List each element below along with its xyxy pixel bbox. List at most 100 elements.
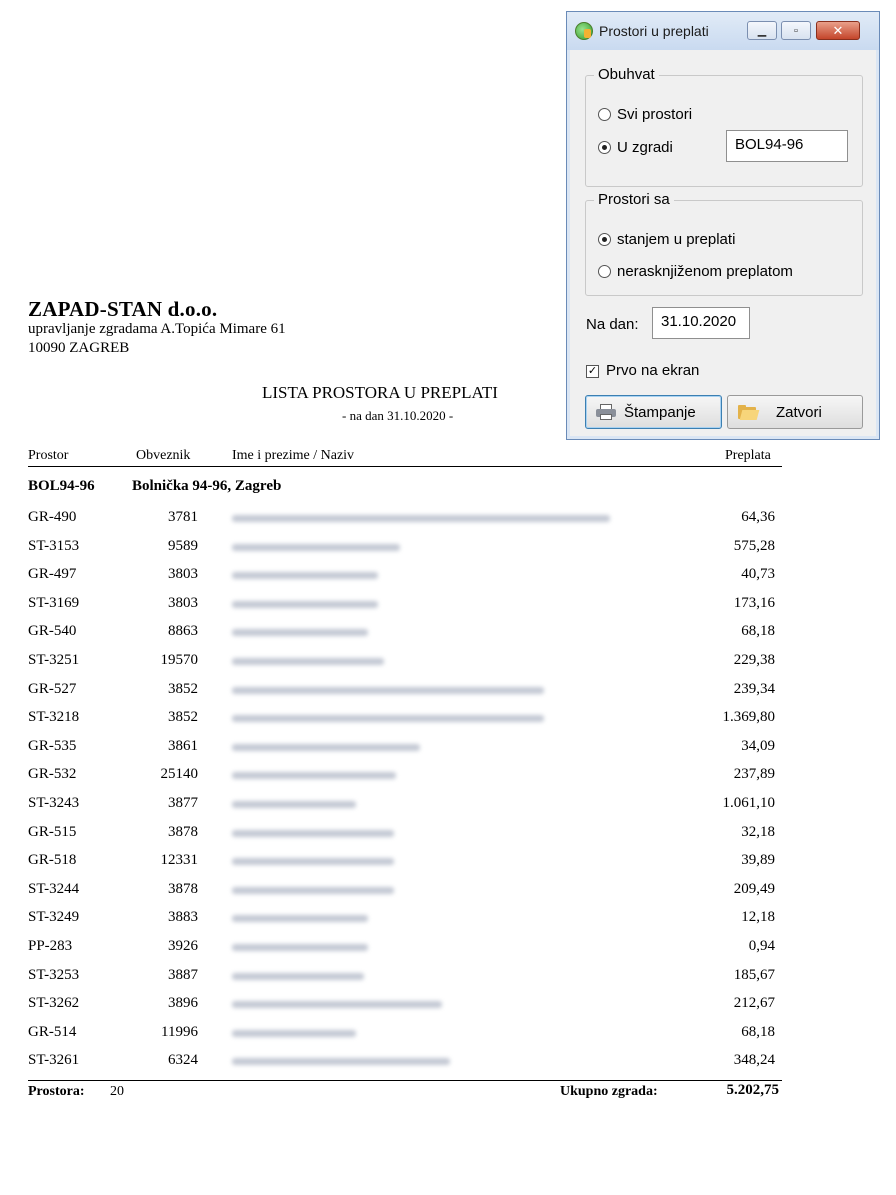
column-header-naziv: Ime i prezime / Naziv bbox=[232, 448, 355, 463]
row-prostor: GR-540 bbox=[28, 623, 77, 640]
row-preplata: 64,36 bbox=[741, 509, 775, 525]
close-button[interactable]: Zatvori bbox=[727, 395, 863, 429]
row-name-redacted bbox=[232, 1029, 356, 1037]
row-preplata: 173,16 bbox=[733, 594, 775, 611]
radio-u-zgradi-circle[interactable] bbox=[598, 141, 611, 154]
table-row: GR-527 3852 239,34 bbox=[0, 678, 896, 707]
na-dan-label: Na dan: bbox=[586, 316, 639, 333]
obuhvat-group: Obuhvat Svi prostori U zgradi BOL94-96 bbox=[585, 66, 863, 187]
table-row: ST-3253 3887 185,67 bbox=[0, 964, 896, 993]
table-row: ST-3243 3877 1.061,10 bbox=[0, 792, 896, 821]
table-row: ST-3153 9589 575,28 bbox=[0, 535, 896, 564]
maximize-icon: ▫ bbox=[794, 24, 798, 37]
table-row: GR-532 25140 237,89 bbox=[0, 763, 896, 792]
row-preplata: 239,34 bbox=[733, 680, 775, 697]
row-obveznik: 3852 bbox=[168, 709, 198, 726]
company-city: 10090 ZAGREB bbox=[28, 340, 130, 356]
report-title: LISTA PROSTORA U PREPLATI bbox=[262, 383, 498, 402]
row-obveznik: 3877 bbox=[168, 794, 198, 811]
close-button-label: Zatvori bbox=[776, 403, 822, 421]
maximize-button[interactable]: ▫ bbox=[781, 21, 811, 40]
radio-stanjem-u-preplati[interactable]: stanjem u preplati bbox=[598, 231, 735, 248]
row-obveznik: 3852 bbox=[168, 680, 198, 697]
dialog-window: Prostori u preplati ▁ ▫ ✕ Obuhvat Svi pr… bbox=[566, 11, 880, 440]
row-preplata: 209,49 bbox=[733, 880, 775, 897]
row-prostor: ST-3218 bbox=[28, 709, 80, 726]
radio-nerasknjizenom-label: nerasknjiženom preplatom bbox=[617, 263, 793, 280]
table-row: GR-518 12331 39,89 bbox=[0, 849, 896, 878]
column-header-prostor: Prostor bbox=[28, 448, 69, 463]
column-header-preplata: Preplata bbox=[725, 448, 771, 463]
close-icon: ✕ bbox=[832, 22, 844, 38]
row-name-redacted bbox=[232, 657, 384, 665]
header-divider bbox=[28, 466, 782, 467]
row-prostor: PP-283 bbox=[28, 937, 73, 954]
row-obveznik: 3803 bbox=[168, 594, 198, 611]
row-name-redacted bbox=[232, 886, 394, 894]
row-name-redacted bbox=[232, 829, 394, 837]
table-row: GR-535 3861 34,09 bbox=[0, 735, 896, 764]
row-obveznik: 3883 bbox=[168, 909, 198, 926]
na-dan-input[interactable]: 31.10.2020 bbox=[652, 307, 750, 339]
row-prostor: ST-3249 bbox=[28, 909, 80, 926]
table-row: ST-3261 6324 348,24 bbox=[0, 1049, 896, 1078]
row-name-redacted bbox=[232, 915, 368, 923]
row-obveznik: 12331 bbox=[160, 852, 199, 869]
row-name-redacted bbox=[232, 515, 610, 522]
radio-stanjem-label: stanjem u preplati bbox=[617, 231, 736, 248]
row-obveznik: 9589 bbox=[168, 537, 198, 554]
dialog-titlebar[interactable]: Prostori u preplati ▁ ▫ ✕ bbox=[567, 12, 879, 50]
radio-nerasknjizenom[interactable]: nerasknjiženom preplatom bbox=[598, 263, 793, 280]
row-preplata: 40,73 bbox=[741, 566, 775, 583]
row-obveznik: 3887 bbox=[168, 966, 198, 983]
row-preplata: 32,18 bbox=[741, 823, 775, 840]
printer-icon bbox=[596, 404, 616, 420]
table-row: ST-3244 3878 209,49 bbox=[0, 878, 896, 907]
row-prostor: GR-527 bbox=[28, 680, 77, 697]
radio-u-zgradi[interactable]: U zgradi bbox=[598, 139, 673, 156]
row-prostor: ST-3261 bbox=[28, 1052, 80, 1069]
obuhvat-legend: Obuhvat bbox=[594, 66, 659, 83]
prostori-sa-group: Prostori sa stanjem u preplati nerasknji… bbox=[585, 191, 863, 296]
radio-u-zgradi-label: U zgradi bbox=[617, 139, 673, 156]
radio-nerasknjizenom-circle[interactable] bbox=[598, 265, 611, 278]
company-name: ZAPAD-STAN d.o.o. bbox=[28, 297, 218, 321]
row-name-redacted bbox=[232, 772, 396, 780]
row-name-redacted bbox=[232, 543, 400, 551]
minimize-icon: ▁ bbox=[757, 25, 767, 37]
table-row: GR-515 3878 32,18 bbox=[0, 821, 896, 850]
report-rows: GR-490 3781 64,36 ST-3153 9589 575,28 GR-497 38… bbox=[0, 506, 896, 1078]
row-prostor: ST-3169 bbox=[28, 594, 80, 611]
minimize-button[interactable]: ▁ bbox=[747, 21, 777, 40]
radio-stanjem-circle[interactable] bbox=[598, 233, 611, 246]
row-preplata: 575,28 bbox=[733, 537, 775, 554]
print-button[interactable]: Štampanje bbox=[585, 395, 722, 429]
table-row: GR-540 8863 68,18 bbox=[0, 620, 896, 649]
row-name-redacted bbox=[232, 858, 394, 866]
row-prostor: ST-3251 bbox=[28, 651, 80, 668]
row-preplata: 212,67 bbox=[733, 995, 775, 1012]
table-row: ST-3218 3852 1.369,80 bbox=[0, 706, 896, 735]
row-obveznik: 3878 bbox=[168, 880, 198, 897]
building-code-input[interactable]: BOL94-96 bbox=[726, 130, 848, 162]
row-obveznik: 19570 bbox=[160, 651, 199, 668]
table-row: PP-283 3926 0,94 bbox=[0, 935, 896, 964]
row-prostor: ST-3262 bbox=[28, 995, 80, 1012]
prvo-na-ekran-label: Prvo na ekran bbox=[606, 362, 700, 379]
row-obveznik: 3861 bbox=[168, 737, 198, 754]
table-row: GR-514 11996 68,18 bbox=[0, 1021, 896, 1050]
row-prostor: GR-535 bbox=[28, 737, 77, 754]
group-code: BOL94-96 bbox=[28, 478, 95, 494]
footer-total-label: Ukupno zgrada: bbox=[560, 1084, 658, 1099]
radio-svi-prostori[interactable]: Svi prostori bbox=[598, 106, 692, 123]
prvo-na-ekran-checkbox[interactable]: ✓ bbox=[586, 365, 599, 378]
print-button-label: Štampanje bbox=[624, 403, 696, 421]
row-obveznik: 3781 bbox=[168, 509, 198, 525]
row-preplata: 12,18 bbox=[741, 909, 775, 926]
row-obveznik: 25140 bbox=[160, 766, 199, 783]
row-name-redacted bbox=[232, 1001, 442, 1009]
row-name-redacted bbox=[232, 943, 368, 951]
radio-svi-prostori-circle[interactable] bbox=[598, 108, 611, 121]
close-window-button[interactable]: ✕ bbox=[816, 21, 860, 40]
row-preplata: 1.061,10 bbox=[722, 794, 776, 811]
